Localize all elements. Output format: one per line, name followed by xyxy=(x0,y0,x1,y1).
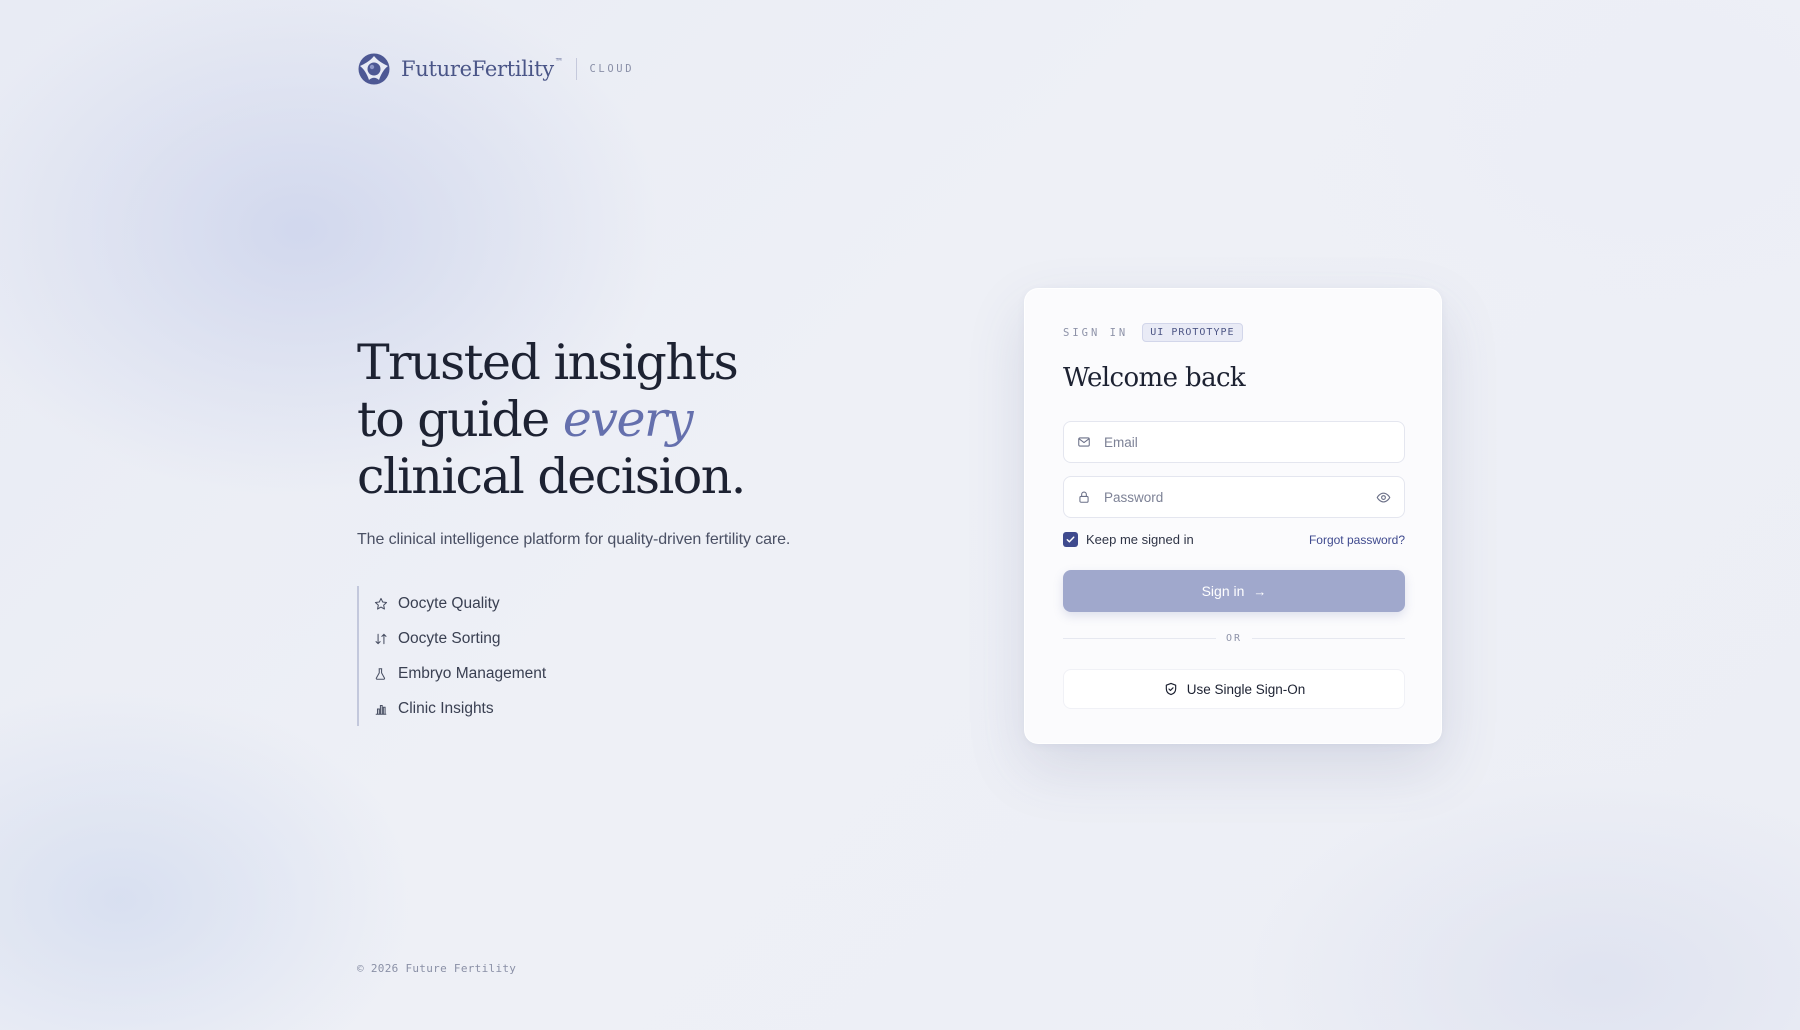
bar-chart-icon xyxy=(374,702,388,716)
hero-section: Trusted insights to guide every clinical… xyxy=(357,334,917,549)
card-title: Welcome back xyxy=(1063,363,1246,393)
signin-button-label: Sign in xyxy=(1201,583,1245,599)
lock-icon xyxy=(1076,489,1092,505)
password-field[interactable] xyxy=(1063,476,1405,518)
remember-row: Keep me signed in Forgot password? xyxy=(1063,532,1405,547)
or-divider: OR xyxy=(1063,633,1406,644)
brand-product: CLOUD xyxy=(589,63,635,75)
eye-icon[interactable] xyxy=(1374,488,1392,506)
star-icon xyxy=(374,597,388,611)
sso-button[interactable]: Use Single Sign-On xyxy=(1063,669,1405,709)
hero-tagline: The clinical intelligence platform for q… xyxy=(357,531,791,548)
card-header: SIGN IN UI PROTOTYPE xyxy=(1063,323,1243,342)
prototype-badge: UI PROTOTYPE xyxy=(1142,323,1243,342)
sort-arrows-icon xyxy=(374,632,388,646)
footer-copyright: © 2026 Future Fertility xyxy=(357,962,517,975)
keep-signed-in-checkbox[interactable]: Keep me signed in xyxy=(1063,532,1194,547)
sso-button-label: Use Single Sign-On xyxy=(1186,681,1306,697)
brand-logo[interactable]: FutureFertility™ CLOUD xyxy=(357,50,634,88)
flask-icon xyxy=(374,667,388,681)
keep-signed-in-label: Keep me signed in xyxy=(1086,532,1194,547)
email-input[interactable] xyxy=(1104,434,1392,450)
signin-button[interactable]: Sign in → xyxy=(1063,570,1405,612)
forgot-password-link[interactable]: Forgot password? xyxy=(1309,533,1405,547)
email-field[interactable] xyxy=(1063,421,1405,463)
hero-headline: Trusted insights to guide every clinical… xyxy=(357,334,746,505)
mail-icon xyxy=(1076,434,1092,450)
feature-item: Oocyte Quality xyxy=(374,586,546,621)
signin-card: SIGN IN UI PROTOTYPE Welcome back Keep m… xyxy=(1024,288,1442,744)
future-fertility-logo-icon xyxy=(358,53,390,85)
or-label: OR xyxy=(1225,633,1243,644)
signin-eyebrow: SIGN IN xyxy=(1063,326,1129,339)
feature-item: Embryo Management xyxy=(374,656,546,691)
brand-name: FutureFertility™ xyxy=(401,57,563,81)
checkbox-checked[interactable] xyxy=(1063,532,1078,547)
brand-divider xyxy=(575,58,577,80)
password-input[interactable] xyxy=(1104,489,1374,505)
headline-accent: every xyxy=(562,391,694,448)
shield-check-icon xyxy=(1163,681,1179,697)
feature-item: Oocyte Sorting xyxy=(374,621,546,656)
feature-item: Clinic Insights xyxy=(374,691,546,726)
arrow-right-icon: → xyxy=(1253,583,1267,599)
feature-list: Oocyte Quality Oocyte Sorting Embryo Man… xyxy=(357,586,546,726)
